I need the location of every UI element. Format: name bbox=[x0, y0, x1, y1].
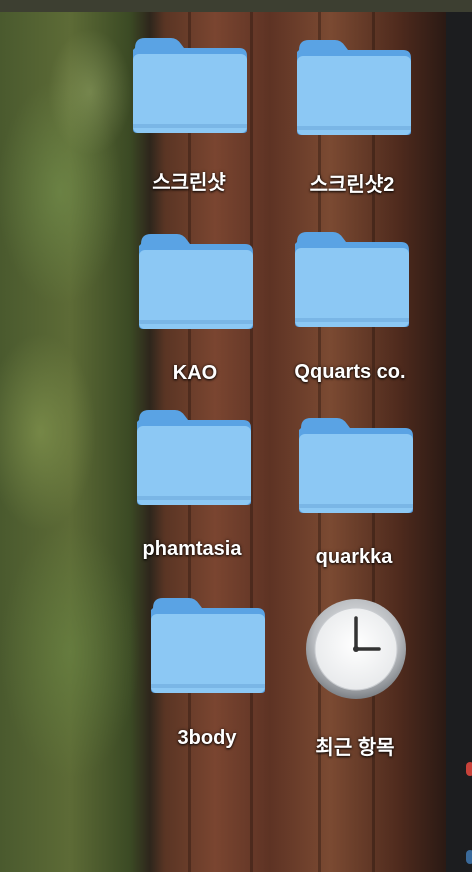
folder-icon bbox=[137, 410, 251, 505]
desktop-item-label: phamtasia bbox=[142, 538, 242, 560]
desktop-item-label: 스크린샷2 bbox=[309, 174, 395, 196]
folder-icon bbox=[151, 598, 265, 693]
window-edge bbox=[446, 12, 472, 872]
folder-icon bbox=[297, 40, 411, 135]
clock-icon bbox=[306, 599, 406, 699]
desktop-item-label: KAO bbox=[172, 362, 218, 384]
folder-icon bbox=[299, 418, 413, 513]
desktop-item-label: 3body bbox=[177, 727, 237, 749]
desktop-item-label: Qquarts co. bbox=[294, 361, 406, 383]
folder-icon bbox=[139, 234, 253, 329]
desktop-item-label: 최근 항목 bbox=[315, 737, 395, 759]
desktop-item-label: 스크린샷 bbox=[152, 172, 226, 194]
edge-indicator-red bbox=[466, 762, 472, 776]
folder-icon bbox=[133, 38, 247, 133]
edge-indicator-blue bbox=[466, 850, 472, 864]
folder-icon bbox=[295, 232, 409, 327]
menu-bar bbox=[0, 0, 472, 12]
desktop-item-label: quarkka bbox=[315, 546, 393, 568]
